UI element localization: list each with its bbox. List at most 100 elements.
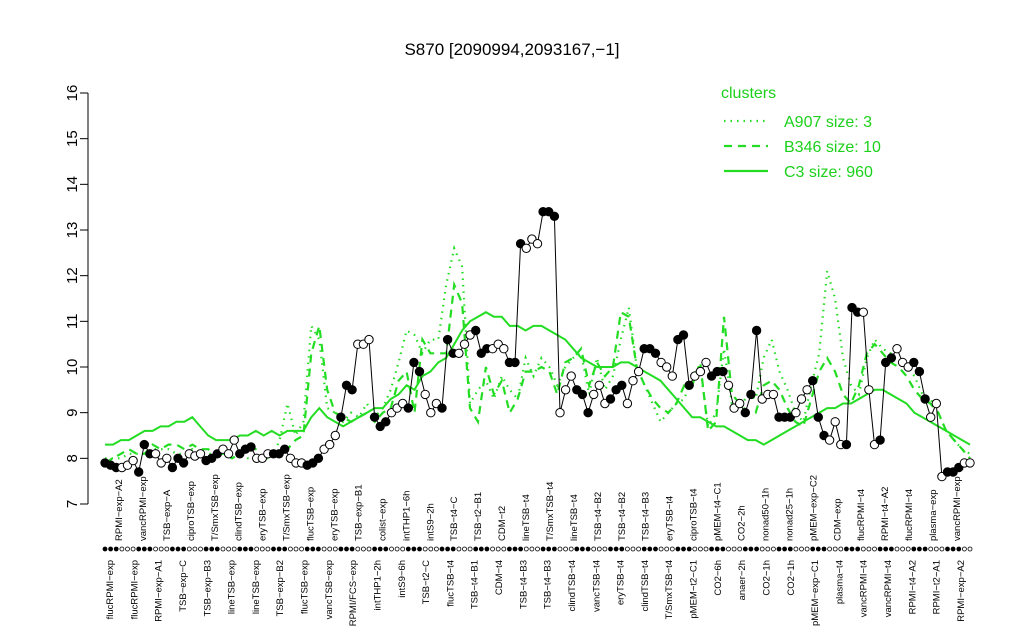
rug-marker (175, 546, 181, 552)
y-axis: 7 8 9 10 11 12 13 14 15 16 (64, 85, 89, 508)
category-label: lineTSB−t4 (521, 494, 532, 541)
series-line-2 (105, 311, 971, 446)
rug-marker (698, 546, 703, 552)
category-label: TSB−exp−B2 (275, 560, 286, 617)
category-label: flucRPMI−t4 (856, 489, 867, 541)
category-label: ciproTSB−t4 (689, 488, 700, 541)
rug-marker (450, 546, 456, 552)
rug-marker (928, 546, 934, 552)
rug-marker (546, 546, 552, 552)
data-point (313, 453, 324, 463)
data-point (965, 458, 975, 468)
rug-marker (782, 546, 787, 552)
rug-marker (462, 546, 467, 552)
data-point (403, 403, 413, 413)
rug-marker (658, 546, 664, 552)
rug-marker (619, 546, 625, 552)
y-tick-label: 15 (64, 130, 81, 147)
legend-entry-c3: C3 size: 960 (784, 164, 873, 181)
category-label: CO2−6h (713, 560, 724, 596)
data-point (128, 455, 138, 466)
category-label: vancRPMI−exp (952, 476, 963, 541)
data-point (325, 439, 335, 450)
data-point (695, 366, 706, 377)
rug-marker (287, 546, 293, 552)
rug-marker (945, 546, 950, 552)
data-point (442, 334, 453, 345)
rug-marker (394, 546, 400, 552)
rug-marker (748, 546, 754, 552)
rug-marker (771, 546, 776, 552)
rug-marker (827, 546, 832, 552)
category-label: colist−exp (377, 498, 388, 541)
rug-marker (956, 546, 962, 552)
legend-entry-a907: A907 size: 3 (784, 114, 872, 131)
category-label: TSB−t4−B3 (641, 492, 652, 541)
category-rug (102, 546, 973, 552)
data-point (886, 353, 897, 363)
rug-marker (714, 546, 720, 552)
rug-marker (344, 546, 349, 552)
data-point (662, 362, 672, 372)
chart: S870 [2090994,2093167,−1] 7 8 9 10 11 12 13 14 1… (64, 40, 975, 626)
chart-title: S870 [2090994,2093167,−1] (404, 40, 619, 59)
category-label: intS9−6h (397, 560, 408, 598)
y-tick-label: 9 (64, 408, 81, 416)
rug-marker (119, 546, 125, 552)
category-label: plasma−t4 (834, 560, 845, 604)
legend: clusters A907 size: 3 B346 size: 10 C3 s… (721, 85, 881, 181)
category-label: vancTSB−exp (324, 560, 335, 619)
data-point (426, 408, 436, 418)
rug-marker (804, 546, 810, 552)
data-point (364, 334, 374, 345)
rug-marker (456, 546, 462, 552)
data-point (577, 389, 588, 400)
category-label: CDM−exp (832, 499, 843, 542)
category-label: clindTSB−exp (234, 482, 245, 541)
rug-marker (433, 546, 439, 552)
data-point (549, 211, 560, 222)
category-label: intTHP1−6h (401, 491, 412, 541)
rug-marker (692, 546, 698, 552)
data-point (459, 339, 470, 349)
data-point (617, 380, 627, 390)
data-point (667, 371, 677, 381)
rug-marker (141, 546, 147, 552)
rug-marker (518, 546, 523, 552)
category-label: TSB−t4−B2 (617, 492, 628, 541)
rug-marker (838, 546, 844, 552)
rug-marker (411, 546, 417, 552)
rug-marker (158, 546, 164, 552)
data-point (909, 357, 919, 368)
rug-marker (271, 546, 276, 552)
category-label: TSB−exp−B1 (353, 484, 364, 541)
rug-marker (220, 546, 226, 552)
rug-marker (563, 546, 568, 552)
y-tick-label: 13 (64, 222, 81, 239)
rug-marker (613, 546, 619, 552)
data-point (824, 435, 835, 445)
rug-marker (147, 546, 153, 552)
rug-marker (759, 546, 765, 552)
rug-marker (108, 546, 113, 552)
data-point (499, 344, 509, 354)
data-point (409, 357, 419, 368)
rug-marker (400, 546, 406, 552)
series-line-0 (105, 244, 971, 460)
rug-marker (321, 546, 327, 552)
data-point (684, 380, 694, 390)
rug-marker (765, 546, 771, 552)
rug-marker (130, 546, 136, 552)
rug-marker (905, 546, 911, 552)
rug-marker (417, 546, 422, 552)
category-label: TSB−t4−B1 (470, 560, 481, 609)
data-point (246, 442, 256, 452)
category-label: RPMI−t4−A2 (880, 487, 891, 541)
rug-marker (203, 546, 209, 552)
rug-marker (192, 546, 198, 552)
rug-marker (186, 546, 192, 552)
rug-marker (405, 546, 411, 552)
rug-marker (338, 546, 344, 552)
data-point (594, 380, 604, 390)
rug-marker (282, 546, 288, 552)
